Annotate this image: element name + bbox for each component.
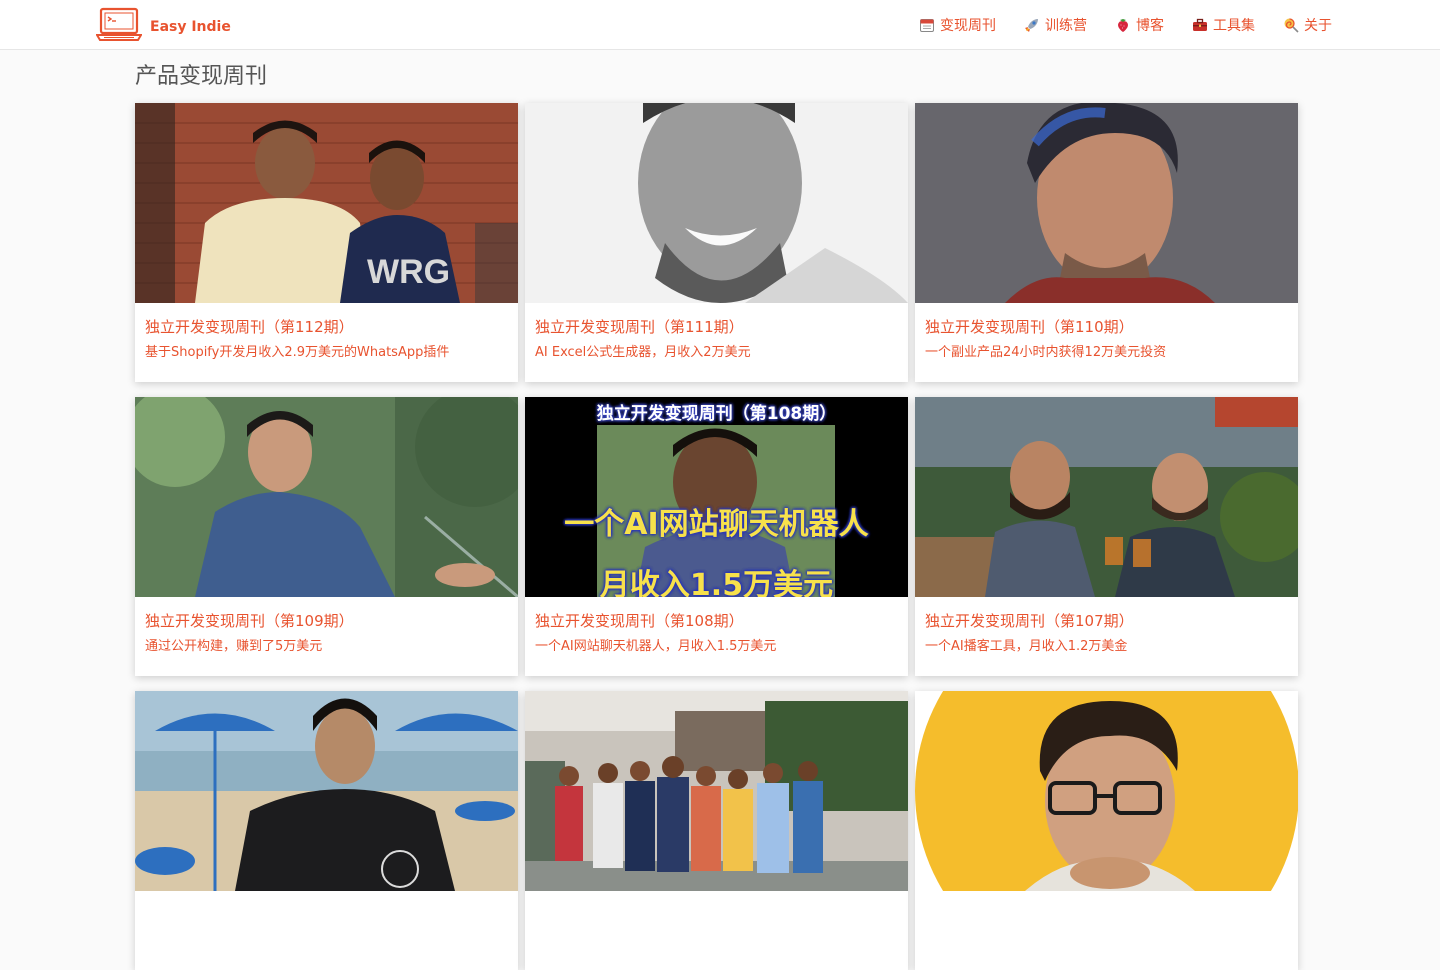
issue-description: AI Excel公式生成器，月收入2万美元 — [535, 345, 751, 360]
nav-label: 训练营 — [1045, 18, 1087, 34]
brand-link[interactable]: Easy Indie — [95, 7, 231, 47]
issue-card[interactable]: 独立开发变现周刊（第108期） 一个AI网站聊天机器人 月收入1.5万美元 独立… — [525, 397, 908, 676]
issue-thumbnail — [135, 397, 518, 597]
issue-thumbnail — [135, 691, 518, 891]
issue-thumbnail — [915, 691, 1298, 891]
issue-grid: WRG 独立开发变现周刊（第112期） 基于Shopify开发月收入2.9万美元… — [135, 103, 1298, 970]
strawberry-icon — [1115, 17, 1131, 33]
nav-item-about[interactable]: 关于 — [1283, 15, 1332, 35]
nav-label: 关于 — [1304, 18, 1332, 34]
nav-item-weekly[interactable]: 变现周刊 — [919, 15, 996, 35]
issue-description: 通过公开构建，赚到了5万美元 — [145, 639, 323, 654]
lollipop-icon — [1283, 17, 1299, 33]
issue-description: 一个副业产品24小时内获得12万美元投资 — [925, 345, 1167, 360]
page-title: 产品变现周刊 — [135, 64, 268, 89]
nav-item-blog[interactable]: 博客 — [1115, 15, 1164, 35]
issue-title: 独立开发变现周刊（第110期） — [925, 318, 1134, 336]
issue-card[interactable]: 独立开发变现周刊（第109期） 通过公开构建，赚到了5万美元 — [135, 397, 518, 676]
issue-card[interactable]: 独立开发变现周刊（第111期） AI Excel公式生成器，月收入2万美元 — [525, 103, 908, 382]
issue-card[interactable] — [525, 691, 908, 970]
issue-title: 独立开发变现周刊（第109期） — [145, 612, 354, 630]
svg-text:WRG: WRG — [367, 253, 450, 291]
thumbnail-overlay-line1: 一个AI网站聊天机器人 — [564, 507, 869, 542]
issue-card[interactable]: 独立开发变现周刊（第107期） 一个AI播客工具，月收入1.2万美金 — [915, 397, 1298, 676]
issue-title: 独立开发变现周刊（第111期） — [535, 318, 744, 336]
calendar-icon — [919, 17, 935, 33]
top-navbar: Easy Indie 变现周刊 训练营 博客 工具集 关于 — [0, 0, 1440, 50]
issue-thumbnail — [525, 103, 908, 303]
issue-description: 一个AI网站聊天机器人，月收入1.5万美元 — [535, 639, 777, 654]
thumbnail-overlay-title: 独立开发变现周刊（第108期） — [596, 404, 837, 424]
toolbox-icon — [1192, 17, 1208, 33]
issue-thumbnail — [915, 397, 1298, 597]
brand-name: Easy Indie — [150, 19, 231, 35]
issue-title: 独立开发变现周刊（第108期） — [535, 612, 744, 630]
main-nav: 变现周刊 训练营 博客 工具集 关于 — [919, 0, 1332, 50]
issue-card[interactable]: WRG 独立开发变现周刊（第112期） 基于Shopify开发月收入2.9万美元… — [135, 103, 518, 382]
issue-thumbnail: WRG — [135, 103, 518, 303]
issue-thumbnail — [525, 691, 908, 891]
rocket-icon — [1024, 17, 1040, 33]
issue-description: 一个AI播客工具，月收入1.2万美金 — [925, 639, 1128, 654]
issue-title: 独立开发变现周刊（第107期） — [925, 612, 1134, 630]
issue-thumbnail: 独立开发变现周刊（第108期） 一个AI网站聊天机器人 月收入1.5万美元 — [525, 397, 908, 597]
nav-item-tools[interactable]: 工具集 — [1192, 15, 1255, 35]
issue-card[interactable]: 独立开发变现周刊（第110期） 一个副业产品24小时内获得12万美元投资 — [915, 103, 1298, 382]
nav-item-bootcamp[interactable]: 训练营 — [1024, 15, 1087, 35]
issue-thumbnail — [915, 103, 1298, 303]
issue-card[interactable] — [915, 691, 1298, 970]
laptop-logo-icon — [95, 7, 143, 47]
nav-label: 变现周刊 — [940, 18, 996, 34]
nav-label: 博客 — [1136, 18, 1164, 34]
issue-description: 基于Shopify开发月收入2.9万美元的WhatsApp插件 — [145, 345, 450, 360]
issue-card[interactable] — [135, 691, 518, 970]
issue-title: 独立开发变现周刊（第112期） — [145, 318, 354, 336]
thumbnail-overlay-line2: 月收入1.5万美元 — [599, 568, 834, 597]
nav-label: 工具集 — [1213, 18, 1255, 34]
